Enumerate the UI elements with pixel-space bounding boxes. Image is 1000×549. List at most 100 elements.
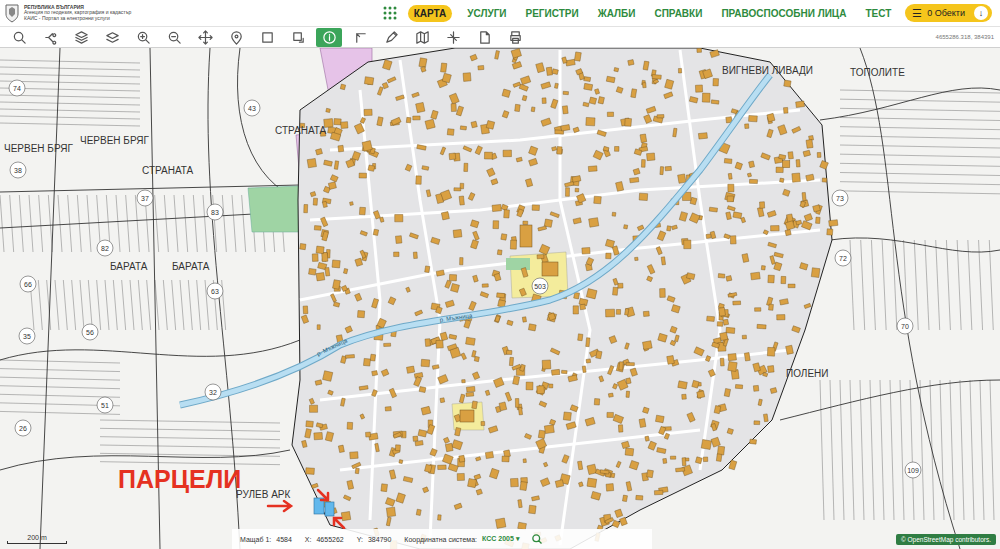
building[interactable] [771, 226, 780, 231]
building[interactable] [334, 161, 339, 170]
building[interactable] [416, 509, 421, 515]
building[interactable] [366, 432, 371, 437]
building[interactable] [612, 246, 619, 255]
building[interactable] [675, 335, 680, 342]
building[interactable] [472, 401, 478, 409]
building[interactable] [460, 410, 474, 422]
building[interactable] [491, 179, 498, 185]
building[interactable] [655, 415, 664, 423]
tool-button[interactable] [502, 28, 528, 47]
building[interactable] [421, 359, 430, 367]
building[interactable] [512, 364, 521, 370]
building[interactable] [726, 327, 735, 333]
building[interactable] [520, 225, 532, 247]
building[interactable] [605, 239, 614, 247]
building[interactable] [355, 468, 359, 474]
building[interactable] [566, 59, 576, 66]
building[interactable] [616, 87, 623, 94]
building[interactable] [583, 102, 589, 107]
building[interactable] [481, 421, 485, 425]
building[interactable] [364, 109, 372, 115]
building[interactable] [557, 147, 562, 155]
building[interactable] [720, 358, 724, 366]
building[interactable] [550, 212, 559, 218]
building[interactable] [460, 258, 463, 265]
building[interactable] [419, 58, 427, 68]
building[interactable] [456, 106, 463, 116]
building[interactable] [728, 361, 737, 371]
building[interactable] [338, 145, 344, 152]
building[interactable] [784, 80, 791, 87]
building[interactable] [589, 218, 599, 228]
building[interactable] [360, 414, 365, 419]
building[interactable] [749, 179, 757, 183]
building[interactable] [502, 456, 509, 462]
building[interactable] [316, 149, 323, 155]
building[interactable] [459, 455, 465, 462]
building[interactable] [792, 126, 801, 133]
building[interactable] [343, 495, 350, 501]
building[interactable] [347, 480, 354, 489]
building[interactable] [626, 363, 634, 366]
building[interactable] [385, 407, 391, 411]
building[interactable] [372, 390, 378, 397]
building[interactable] [389, 388, 396, 398]
building[interactable] [451, 283, 460, 292]
building[interactable] [607, 412, 614, 417]
logo[interactable]: РЕПУБЛИКА БЪЛГАРИЯАгенция по геодезия, к… [4, 3, 131, 23]
building[interactable] [316, 273, 325, 281]
building[interactable] [717, 322, 723, 327]
building[interactable] [598, 97, 604, 104]
building[interactable] [606, 253, 611, 259]
building[interactable] [476, 457, 481, 461]
building[interactable] [501, 234, 507, 241]
building[interactable] [414, 377, 422, 387]
building[interactable] [729, 460, 737, 470]
building[interactable] [359, 173, 366, 178]
building[interactable] [425, 266, 430, 273]
building[interactable] [528, 324, 536, 331]
building[interactable] [660, 289, 666, 298]
building[interactable] [804, 303, 811, 308]
building[interactable] [489, 468, 499, 479]
building[interactable] [626, 391, 630, 397]
building[interactable] [322, 231, 329, 241]
building[interactable] [682, 458, 686, 466]
building[interactable] [593, 150, 603, 160]
building[interactable] [460, 126, 466, 130]
building[interactable] [660, 167, 664, 175]
building[interactable] [478, 65, 484, 69]
tool-button[interactable] [99, 28, 125, 47]
building[interactable] [555, 480, 564, 488]
building[interactable] [422, 166, 429, 171]
building[interactable] [544, 425, 554, 434]
building[interactable] [637, 225, 644, 231]
building[interactable] [462, 380, 466, 383]
tool-button[interactable] [471, 28, 497, 47]
building[interactable] [608, 365, 614, 374]
building[interactable] [806, 174, 814, 181]
building[interactable] [763, 414, 768, 422]
building[interactable] [706, 234, 711, 239]
building[interactable] [820, 160, 829, 169]
building[interactable] [584, 83, 593, 90]
building[interactable] [747, 173, 751, 177]
building[interactable] [497, 293, 505, 298]
building[interactable] [325, 432, 333, 442]
building[interactable] [305, 429, 312, 438]
building[interactable] [425, 464, 432, 472]
building[interactable] [454, 188, 461, 191]
building[interactable] [316, 423, 323, 428]
nav-item[interactable]: СПРАВКИ [650, 5, 706, 22]
building[interactable] [570, 405, 578, 412]
building[interactable] [614, 146, 619, 151]
building[interactable] [449, 93, 459, 104]
building[interactable] [543, 462, 547, 467]
building[interactable] [445, 300, 454, 307]
building[interactable] [499, 402, 507, 411]
building[interactable] [370, 354, 375, 361]
building[interactable] [377, 87, 383, 96]
building[interactable] [430, 448, 437, 456]
building[interactable] [726, 276, 732, 282]
building[interactable] [822, 178, 827, 182]
